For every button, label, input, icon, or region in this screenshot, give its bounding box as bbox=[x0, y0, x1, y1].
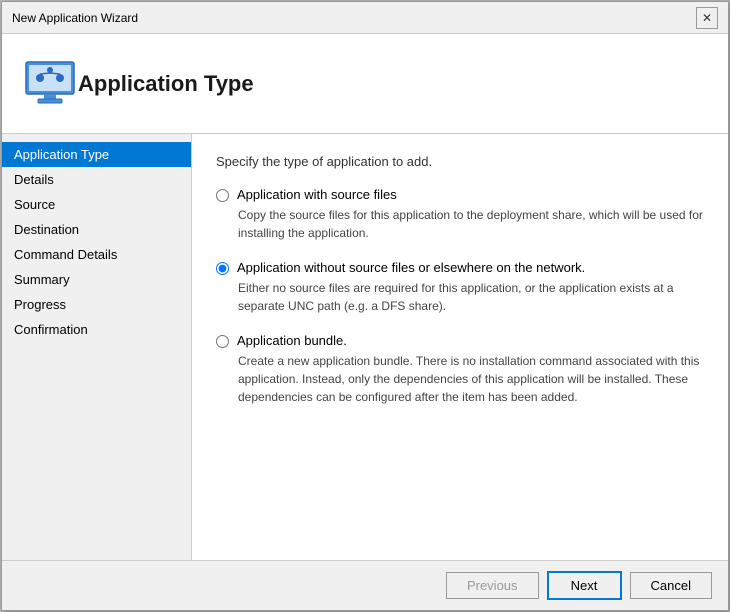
header-section: Application Type bbox=[2, 34, 728, 134]
new-application-wizard-dialog: New Application Wizard ✕ Application Typ… bbox=[1, 1, 729, 611]
next-button[interactable]: Next bbox=[547, 571, 622, 600]
option-row-bundle: Application bundle. bbox=[216, 333, 704, 348]
option-label-source[interactable]: Application with source files bbox=[237, 187, 397, 202]
close-button[interactable]: ✕ bbox=[696, 7, 718, 29]
sidebar-item-details[interactable]: Details bbox=[2, 167, 191, 192]
sidebar-item-summary[interactable]: Summary bbox=[2, 267, 191, 292]
main-content: Application Type Details Source Destinat… bbox=[2, 134, 728, 560]
footer: Previous Next Cancel bbox=[2, 560, 728, 610]
option-desc-bundle: Create a new application bundle. There i… bbox=[238, 352, 704, 406]
title-bar: New Application Wizard ✕ bbox=[2, 2, 728, 34]
content-area: Specify the type of application to add. … bbox=[192, 134, 728, 560]
option-group-bundle: Application bundle. Create a new applica… bbox=[216, 333, 704, 406]
option-row-nosource: Application without source files or else… bbox=[216, 260, 704, 275]
sidebar-item-application-type[interactable]: Application Type bbox=[2, 142, 191, 167]
radio-application-with-source[interactable] bbox=[216, 189, 229, 202]
sidebar-item-progress[interactable]: Progress bbox=[2, 292, 191, 317]
sidebar-item-source[interactable]: Source bbox=[2, 192, 191, 217]
sidebar-item-command-details[interactable]: Command Details bbox=[2, 242, 191, 267]
previous-button[interactable]: Previous bbox=[446, 572, 539, 599]
radio-application-without-source[interactable] bbox=[216, 262, 229, 275]
radio-application-bundle[interactable] bbox=[216, 335, 229, 348]
option-label-nosource[interactable]: Application without source files or else… bbox=[237, 260, 585, 275]
option-desc-source: Copy the source files for this applicati… bbox=[238, 206, 704, 242]
instruction-text: Specify the type of application to add. bbox=[216, 154, 704, 169]
application-type-icon bbox=[22, 56, 78, 112]
dialog-title: New Application Wizard bbox=[12, 11, 138, 25]
sidebar-item-destination[interactable]: Destination bbox=[2, 217, 191, 242]
option-row-source: Application with source files bbox=[216, 187, 704, 202]
option-label-bundle[interactable]: Application bundle. bbox=[237, 333, 347, 348]
option-group-source: Application with source files Copy the s… bbox=[216, 187, 704, 242]
sidebar-item-confirmation[interactable]: Confirmation bbox=[2, 317, 191, 342]
option-group-nosource: Application without source files or else… bbox=[216, 260, 704, 315]
option-desc-nosource: Either no source files are required for … bbox=[238, 279, 704, 315]
cancel-button[interactable]: Cancel bbox=[630, 572, 712, 599]
sidebar: Application Type Details Source Destinat… bbox=[2, 134, 192, 560]
page-title: Application Type bbox=[78, 71, 254, 97]
